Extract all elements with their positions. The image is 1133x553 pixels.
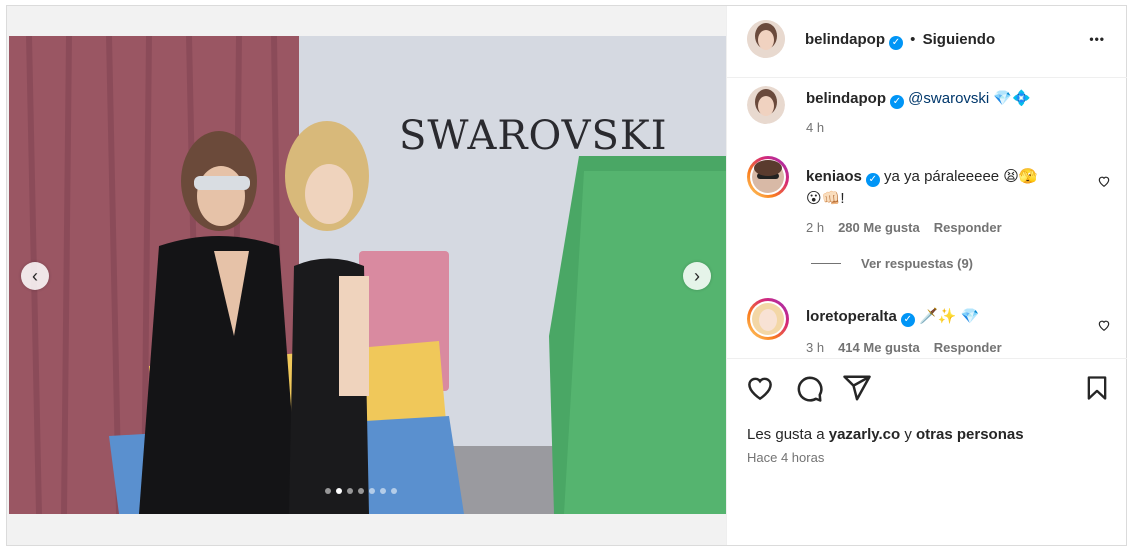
reply-button[interactable]: Responder xyxy=(934,340,1002,355)
verified-badge-icon: ✓ xyxy=(865,173,880,187)
mention-link[interactable]: @swarovski xyxy=(908,90,989,107)
comment-text-continued: 😮👊🏻! xyxy=(806,190,845,207)
separator-dot: • xyxy=(910,31,916,48)
comment-likes[interactable]: 280 Me gusta xyxy=(838,220,920,235)
carousel-dot xyxy=(380,488,386,494)
comment-like-heart-icon[interactable] xyxy=(1097,174,1111,191)
avatar[interactable] xyxy=(747,156,789,198)
avatar[interactable] xyxy=(747,298,789,340)
carousel-dot xyxy=(391,488,397,494)
heart-icon[interactable] xyxy=(745,373,775,408)
comment-item: loretoperalta ✓ 🗡️✨ 💎 3 h 414 Me gusta Re… xyxy=(727,290,1127,360)
post-photo: SWAROVSKI xyxy=(9,36,726,514)
comment-item: keniaos ✓ ya ya páraleeeee 😫🫣 😮👊🏻! 2 h 28… xyxy=(727,146,1127,246)
likes-summary: Les gusta a yazarly.co y otras personas xyxy=(747,426,1024,443)
others-link[interactable]: otras personas xyxy=(916,426,1024,443)
chevron-right-icon[interactable]: › xyxy=(683,262,711,290)
avatar[interactable] xyxy=(747,86,785,124)
likes-joiner: y xyxy=(904,426,912,443)
post-dialog: SWAROVSKI ‹ › belindapop ✓ • Siguiendo •… xyxy=(6,5,1127,546)
chevron-left-icon[interactable]: ‹ xyxy=(21,262,49,290)
comment-likes[interactable]: 414 Me gusta xyxy=(838,340,920,355)
author-username[interactable]: belindapop xyxy=(805,31,885,48)
reply-button[interactable]: Responder xyxy=(934,220,1002,235)
verified-badge-icon: ✓ xyxy=(890,95,904,109)
comment-like-heart-icon[interactable] xyxy=(1097,318,1111,335)
comment-icon[interactable] xyxy=(794,373,824,408)
carousel-dot-active xyxy=(336,488,342,494)
liked-by-user[interactable]: yazarly.co xyxy=(829,426,900,443)
carousel-dot xyxy=(325,488,331,494)
following-button[interactable]: Siguiendo xyxy=(923,31,996,48)
caption-emojis: 💎💠 xyxy=(993,90,1031,107)
verified-badge-icon: ✓ xyxy=(900,313,915,327)
action-bar xyxy=(727,358,1127,409)
caption-time: 4 h xyxy=(806,120,825,135)
comment-text: ya ya páraleeeee 😫🫣 xyxy=(884,168,1038,185)
posted-time[interactable]: Hace 4 horas xyxy=(747,450,824,465)
comment-text: 🗡️✨ 💎 xyxy=(919,308,980,325)
likes-prefix: Les gusta a xyxy=(747,426,825,443)
replies-divider xyxy=(811,263,841,264)
comment-author[interactable]: loretoperalta xyxy=(806,308,897,325)
caption-author[interactable]: belindapop xyxy=(806,90,886,107)
send-icon[interactable] xyxy=(842,373,872,408)
media-panel: SWAROVSKI ‹ › xyxy=(7,6,726,545)
verified-badge-icon: ✓ xyxy=(889,36,903,50)
comments-panel: belindapop ✓ • Siguiendo ••• belindapop ✓ … xyxy=(726,6,1127,545)
caption: belindapop ✓ @swarovski 💎💠 4 h xyxy=(727,78,1127,140)
carousel-dots xyxy=(325,488,397,494)
brand-text: SWAROVSKI xyxy=(399,113,668,159)
carousel-dot xyxy=(358,488,364,494)
view-replies[interactable]: Ver respuestas (9) xyxy=(811,256,973,271)
comment-author[interactable]: keniaos xyxy=(806,168,862,185)
comment-time: 2 h xyxy=(806,220,825,235)
avatar[interactable] xyxy=(747,20,785,58)
bookmark-icon[interactable] xyxy=(1083,373,1111,408)
post-header: belindapop ✓ • Siguiendo ••• xyxy=(727,6,1127,78)
carousel-dot xyxy=(347,488,353,494)
carousel-dot xyxy=(369,488,375,494)
comment-time: 3 h xyxy=(806,340,825,355)
view-replies-label[interactable]: Ver respuestas (9) xyxy=(861,256,973,271)
more-options-icon[interactable]: ••• xyxy=(1089,32,1105,46)
